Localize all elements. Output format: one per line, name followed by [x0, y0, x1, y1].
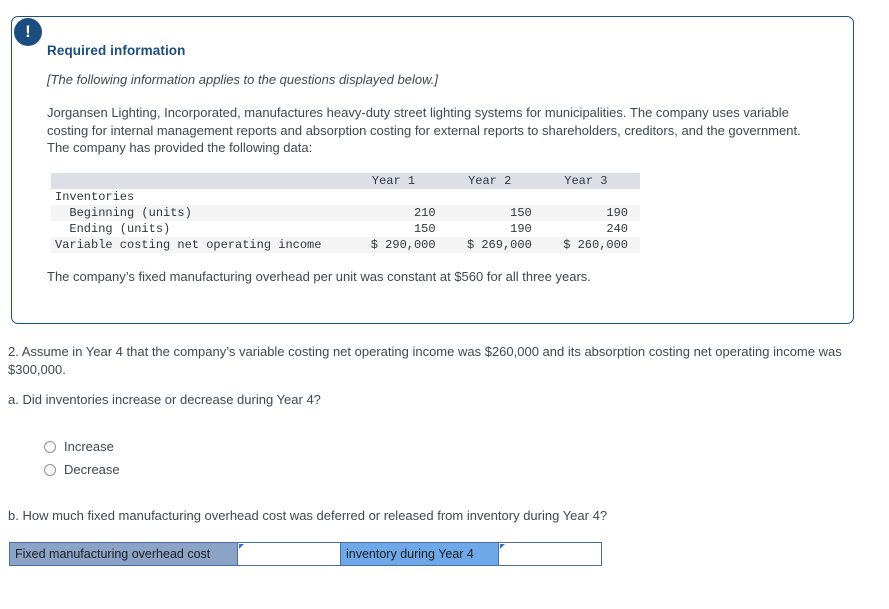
table-header-row: Year 1 Year 2 Year 3 [51, 172, 640, 189]
answer-input-deferred-released[interactable] [499, 543, 601, 565]
row-value-year2 [448, 189, 544, 205]
radio-circle-icon[interactable] [44, 463, 56, 476]
answer-label-inventory-year4: inventory during Year 4 [341, 543, 499, 565]
row-value-year2: 150 [510, 205, 532, 220]
radio-circle-icon[interactable] [44, 440, 56, 453]
row-label: Inventories [55, 189, 135, 204]
answer-input-amount[interactable] [238, 543, 341, 565]
row-value-year1 [351, 189, 447, 205]
row-value-year1: $ 290,000 [370, 237, 436, 252]
applies-note: [The following information applies to th… [47, 72, 438, 87]
row-value-year3 [544, 189, 640, 205]
row-value-year3: 190 [606, 205, 628, 220]
row-value-year3: 240 [606, 221, 628, 236]
question-2a-text: a. Did inventories increase or decrease … [8, 392, 321, 407]
table-row: Inventories [51, 188, 640, 205]
page-title: Required information [47, 43, 186, 58]
inventory-direction-radio-group: Increase Decrease [44, 435, 120, 481]
card-content: Required information [The following info… [47, 43, 827, 284]
answer-label-fixed-overhead: Fixed manufacturing overhead cost [10, 543, 238, 565]
row-value-year1: 210 [413, 205, 436, 220]
table-row: Ending (units) 150 190 240 [51, 220, 640, 237]
table-row: Beginning (units) 210 150 190 [51, 204, 640, 221]
row-value-year2: 190 [510, 221, 532, 236]
column-header-year1: Year 1 [371, 173, 416, 188]
column-header-year2: Year 2 [468, 173, 512, 188]
column-header-blank [51, 173, 351, 189]
cell-marker-icon [500, 544, 505, 549]
row-label: Variable costing net operating income [55, 237, 322, 252]
company-description: Jorgansen Lighting, Incorporated, manufa… [47, 105, 801, 155]
question-2b-text: b. How much fixed manufacturing overhead… [8, 508, 608, 523]
column-header-year3: Year 3 [564, 173, 608, 188]
required-information-card: ! Required information [The following in… [11, 16, 856, 326]
row-label: Beginning (units) [55, 205, 192, 220]
row-value-year3: $ 260,000 [563, 237, 628, 252]
radio-label-decrease: Decrease [64, 462, 120, 477]
exclamation-icon: ! [14, 18, 42, 46]
question-2-text: 2. Assume in Year 4 that the company’s v… [8, 344, 842, 377]
table-row: Variable costing net operating income $ … [51, 236, 640, 253]
inventory-data-table: Year 1 Year 2 Year 3 Inventories Beginni… [51, 172, 640, 253]
row-label: Ending (units) [55, 221, 171, 236]
row-value-year2: $ 269,000 [466, 237, 532, 252]
answer-entry-row: Fixed manufacturing overhead cost invent… [9, 542, 602, 566]
radio-option-decrease[interactable]: Decrease [44, 458, 120, 481]
fixed-overhead-note: The company’s fixed manufacturing overhe… [47, 268, 591, 284]
radio-option-increase[interactable]: Increase [44, 435, 120, 458]
radio-label-increase: Increase [64, 439, 114, 454]
row-value-year1: 150 [413, 221, 436, 236]
cell-marker-icon [239, 544, 244, 549]
